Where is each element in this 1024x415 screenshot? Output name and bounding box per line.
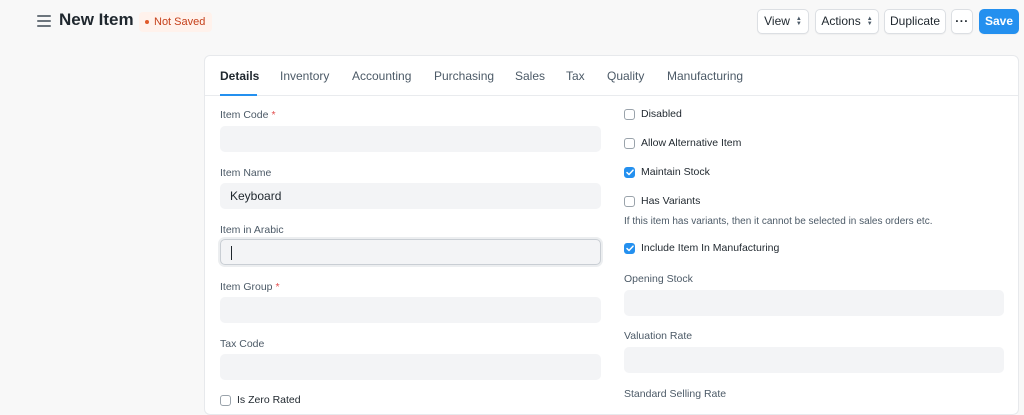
item-in-arabic-label: Item in Arabic	[220, 224, 284, 236]
item-group-label: Item Group *	[220, 281, 280, 293]
disabled-checkbox-row[interactable]: Disabled	[624, 107, 682, 121]
tab-tax[interactable]: Tax	[566, 69, 585, 83]
item-group-input[interactable]	[220, 297, 601, 323]
active-tab-indicator	[220, 94, 257, 96]
item-code-input[interactable]	[220, 126, 601, 152]
tax-code-label: Tax Code	[220, 338, 265, 350]
include-in-manufacturing-checkbox[interactable]	[624, 242, 635, 254]
duplicate-button[interactable]: Duplicate	[884, 9, 946, 34]
item-code-label: Item Code *	[220, 109, 276, 121]
opening-stock-label: Opening Stock	[624, 273, 693, 285]
more-options-button[interactable]: ···	[951, 9, 973, 34]
status-badge: Not Saved	[139, 12, 213, 32]
allow-alternative-item-label: Allow Alternative Item	[641, 137, 742, 149]
form-card: Details Inventory Accounting Purchasing …	[204, 55, 1019, 415]
view-button[interactable]: View ▲ ▼	[757, 9, 809, 34]
tab-quality[interactable]: Quality	[607, 69, 644, 83]
save-button[interactable]: Save	[979, 9, 1019, 34]
tab-bar: Details Inventory Accounting Purchasing …	[205, 56, 1018, 96]
item-in-arabic-input[interactable]	[220, 239, 601, 265]
status-text: Not Saved	[154, 16, 206, 28]
page-header: New Item Not Saved View ▲ ▼ Actions ▲ ▼ Du…	[0, 0, 1024, 44]
include-in-manufacturing-checkbox-row[interactable]: Include Item In Manufacturing	[624, 241, 779, 255]
tab-purchasing[interactable]: Purchasing	[434, 69, 494, 83]
checkmark-icon	[625, 244, 634, 251]
has-variants-help-text: If this item has variants, then it canno…	[624, 216, 933, 227]
tax-code-input[interactable]	[220, 354, 601, 380]
item-name-label: Item Name	[220, 167, 272, 179]
tab-accounting[interactable]: Accounting	[352, 69, 411, 83]
is-zero-rated-checkbox[interactable]	[220, 394, 231, 406]
actions-button-label: Actions	[821, 14, 861, 28]
standard-selling-rate-label: Standard Selling Rate	[624, 388, 727, 400]
maintain-stock-checkbox-row[interactable]: Maintain Stock	[624, 165, 710, 179]
disabled-label: Disabled	[641, 108, 682, 120]
include-in-manufacturing-label: Include Item In Manufacturing	[641, 242, 780, 254]
valuation-rate-input[interactable]	[624, 347, 1004, 373]
status-dot-icon	[145, 20, 149, 24]
text-cursor	[231, 246, 232, 260]
page-title: New Item	[59, 10, 134, 29]
actions-button[interactable]: Actions ▲ ▼	[815, 9, 879, 34]
tab-inventory[interactable]: Inventory	[280, 69, 329, 83]
has-variants-label: Has Variants	[641, 195, 701, 207]
checkmark-icon	[625, 168, 634, 175]
is-zero-rated-checkbox-row[interactable]: Is Zero Rated	[220, 393, 301, 407]
view-button-label: View	[764, 14, 790, 28]
allow-alternative-item-checkbox[interactable]	[624, 137, 635, 149]
tab-sales[interactable]: Sales	[515, 69, 545, 83]
allow-alternative-item-checkbox-row[interactable]: Allow Alternative Item	[624, 136, 741, 150]
chevron-up-down-icon: ▲ ▼	[866, 15, 873, 27]
tab-manufacturing[interactable]: Manufacturing	[667, 69, 743, 83]
tab-details[interactable]: Details	[220, 69, 259, 83]
item-name-input[interactable]: Keyboard	[220, 183, 601, 209]
chevron-up-down-icon: ▲ ▼	[795, 15, 802, 27]
is-zero-rated-label: Is Zero Rated	[237, 394, 301, 406]
maintain-stock-label: Maintain Stock	[641, 166, 710, 178]
disabled-checkbox[interactable]	[624, 108, 635, 120]
valuation-rate-label: Valuation Rate	[624, 330, 693, 342]
has-variants-checkbox-row[interactable]: Has Variants	[624, 194, 700, 208]
maintain-stock-checkbox[interactable]	[624, 166, 635, 178]
has-variants-checkbox[interactable]	[624, 195, 635, 207]
opening-stock-input[interactable]	[624, 290, 1004, 316]
menu-icon[interactable]	[37, 15, 51, 27]
